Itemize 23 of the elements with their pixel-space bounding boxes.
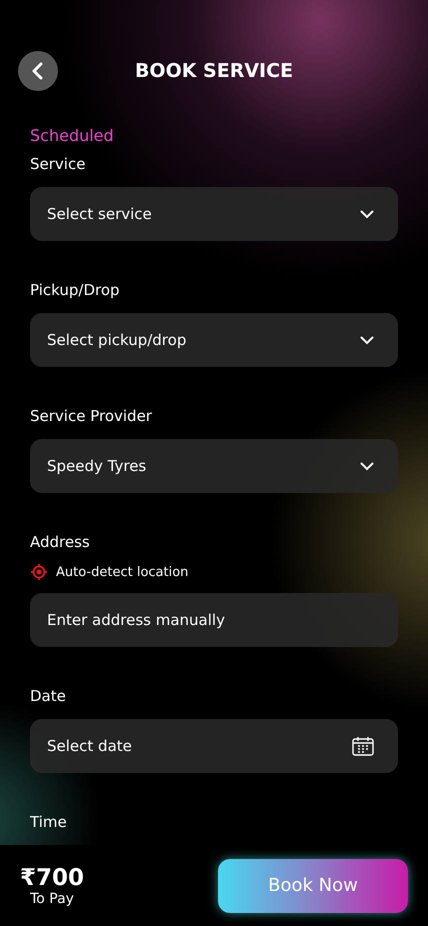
date-picker[interactable]: Select date (30, 719, 398, 773)
chevron-down-icon (360, 336, 374, 344)
page-title: BOOK SERVICE (134, 60, 294, 82)
field-label: Time (30, 813, 68, 831)
select-dropdown[interactable]: Select pickup/drop (30, 313, 398, 367)
chevron-down-icon (360, 462, 374, 470)
total-amount: ₹700 (20, 864, 84, 890)
chevron-down-icon (360, 210, 374, 218)
book-now-button[interactable]: Book Now (218, 858, 408, 912)
calendar-icon (352, 736, 374, 756)
select-dropdown[interactable]: Speedy Tyres (30, 439, 398, 493)
back-button[interactable] (18, 51, 58, 91)
select-dropdown[interactable]: Select service (30, 187, 398, 241)
location-target-icon (30, 563, 48, 581)
mode-label: Scheduled (30, 126, 115, 145)
field-label: Pickup/Drop (30, 281, 121, 299)
auto-detect-link[interactable]: Auto-detect location (30, 563, 398, 581)
field-label: Service Provider (30, 407, 153, 425)
amount-caption: To Pay (30, 890, 74, 906)
field-label: Address (30, 533, 91, 551)
field-label: Date (30, 687, 67, 705)
field-label: Service (30, 155, 86, 173)
address-input[interactable]: Enter address manually (30, 593, 398, 647)
